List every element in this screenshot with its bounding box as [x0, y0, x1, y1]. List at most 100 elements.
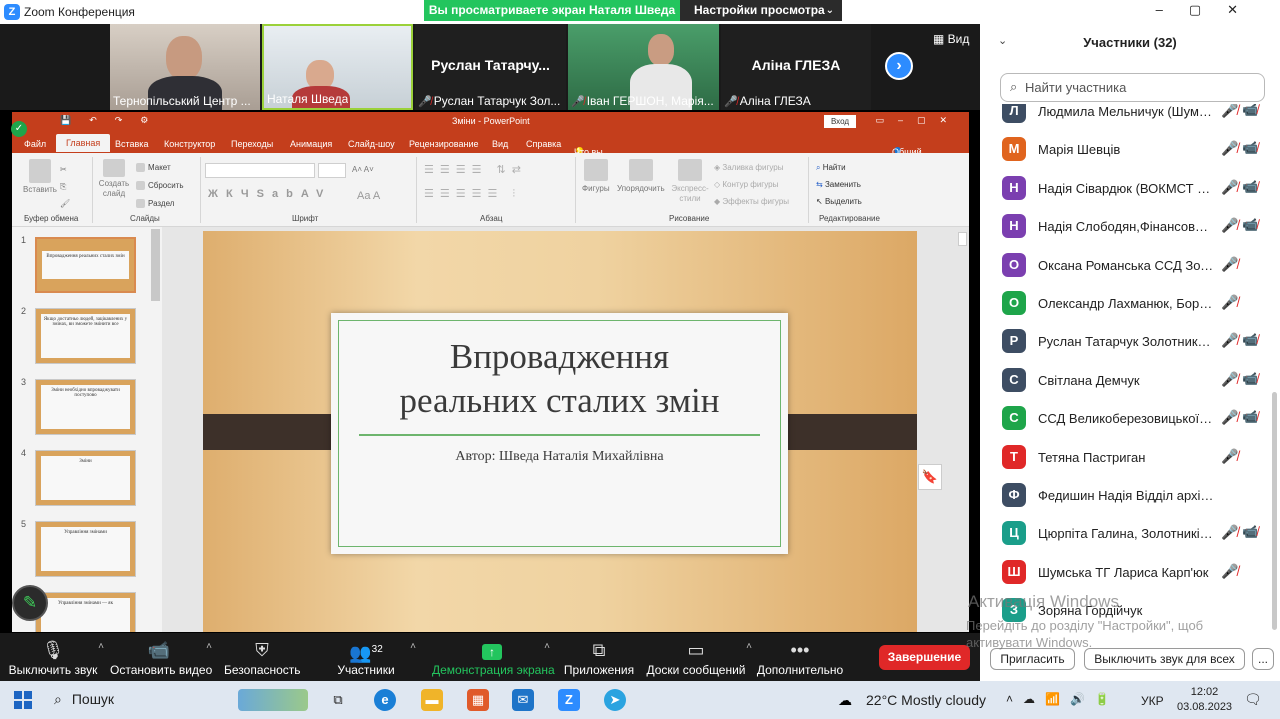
mic-off-icon: 🎤̸ [1221, 332, 1239, 349]
notifications-icon[interactable]: 🗨 [1244, 691, 1262, 708]
chevron-up-icon[interactable]: ˄ [98, 641, 104, 652]
mic-off-icon: 🎤̸ [1221, 217, 1239, 234]
edge-browser-icon[interactable]: e [374, 689, 396, 711]
zoom-app-icon[interactable]: Z [558, 689, 580, 711]
ppt-tab-slideshow: Слайд-шоу [348, 139, 395, 149]
participant-avatar: М [1002, 137, 1026, 162]
new-slide-icon [103, 159, 125, 177]
apps-button[interactable]: ⧉ Приложения [563, 633, 635, 681]
view-button[interactable]: ▦ Вид [933, 32, 969, 46]
participant-row[interactable]: С ССД Великоберезовицької се... 🎤̸ 📹̸ [980, 401, 1272, 439]
invite-button[interactable]: Пригласить [990, 648, 1075, 670]
thumb-number: 3 [21, 377, 27, 387]
thumb-text: Управління змінами [41, 527, 130, 571]
search-icon: ⌕ [54, 691, 62, 707]
participant-row[interactable]: Ц Цюрпіта Галина, Золотниківсь... 🎤̸ 📹̸ [980, 516, 1272, 554]
participants-scrollbar[interactable] [1272, 392, 1277, 630]
windows-start-button[interactable] [14, 691, 32, 709]
video-off-icon: 📹̸ [1242, 140, 1259, 156]
participant-row[interactable]: Н Надія Слободян,Фінансовий ві... 🎤̸📹̸ [980, 209, 1272, 247]
slide-scrollbar [958, 232, 967, 246]
slide-title-card: Впровадження реальних сталих змін Автор:… [331, 313, 788, 554]
ribbon-divider [808, 157, 809, 223]
telegram-icon[interactable]: ➤ [604, 689, 626, 711]
share-screen-button[interactable]: ↑ Демонстрация экрана ˄ [432, 633, 555, 681]
annotate-button[interactable]: ✎ [12, 585, 48, 621]
participant-avatar: Т [1002, 444, 1026, 469]
ppt-paste-label: Вставить [23, 185, 57, 194]
mute-all-button[interactable]: Выключить звук для всех [1084, 648, 1245, 670]
participant-row[interactable]: Ш Шумська ТГ Лариса Карп'юк 🎤̸ [980, 555, 1272, 593]
ppt-slide-options: Макет Сбросить Раздел [136, 159, 184, 213]
ppt-font-grow-icons: A˄ A˅ [352, 165, 374, 174]
participant-row[interactable]: О Олександр Лахманюк, Борсуківсь... 🎤̸ [980, 286, 1272, 324]
stop-video-button[interactable]: 📹 Остановить видео ˄ [110, 633, 213, 681]
chevron-up-icon[interactable]: ˄ [746, 641, 752, 652]
participant-name: Надія Слободян,Фінансовий ві... [1038, 219, 1214, 235]
mute-button[interactable]: 🎙 Выключить звук ˄ [6, 633, 104, 681]
taskbar-clock[interactable]: 12:02 03.08.2023 [1177, 685, 1232, 715]
participant-row[interactable]: М Марія Шевців 🎤̸ 📹̸ [980, 132, 1272, 170]
panel-more-button[interactable]: ... [1252, 648, 1274, 670]
participant-search-input[interactable]: ⌕ Найти участника [1000, 73, 1265, 102]
task-view-icon[interactable]: ⧉ [327, 689, 349, 711]
participant-row[interactable]: Н Надія Сівардюк (ВОКМСТ Зол... 🎤̸ 📹̸ [980, 171, 1272, 209]
security-button[interactable]: ⛨ Безопасность [224, 633, 301, 681]
ppt-create-slide-label: Создать слайд [98, 179, 130, 198]
ppt-tab-help: Справка [526, 139, 562, 149]
participant-row[interactable]: Л Людмила Мельничук (Шумськ) 🎤̸ 📹̸ [980, 104, 1272, 132]
whiteboards-button[interactable]: ▭ Доски сообщений ˄ [646, 633, 752, 681]
quick-access-icons: 💾↶↷⚙ [60, 115, 167, 125]
ppt-slide-thumbnails: 1 Впровадження реальних сталих змін 2 Як… [12, 227, 162, 632]
participant-row[interactable]: Т Тетяна Пастриган 🎤̸ [980, 440, 1272, 478]
video-off-icon: 📹̸ [1242, 524, 1259, 540]
weather-widget[interactable]: 22°C Mostly cloudy [866, 692, 986, 708]
participant-row[interactable]: Р Руслан Татарчук Золотники О... 🎤̸ 📹̸ [980, 324, 1272, 362]
stop-video-label: Остановить видео [110, 663, 213, 677]
video-tile[interactable]: Руслан Татарчу... 🎤̸ Руслан Татарчук Зол.… [415, 24, 566, 110]
weather-icon: ☁ [838, 692, 852, 708]
video-tile[interactable]: Аліна ГЛЕЗА 🎤̸ Аліна ГЛЕЗА [721, 24, 871, 110]
video-tile[interactable]: 🎤̸ Іван ГЕРШОН, Марія... [568, 24, 719, 110]
system-tray-icons[interactable]: ˄☁📶🔊🔋 [1006, 692, 1120, 706]
video-tile[interactable]: Тернопільський Центр ... [110, 24, 260, 110]
video-tile-name: Тернопільський Центр ... [113, 94, 251, 108]
windows-activation-title: Активація Windows [968, 592, 1119, 611]
store-icon[interactable]: ▦ [467, 689, 489, 711]
view-button-label: Вид [947, 32, 970, 46]
participant-name: Цюрпіта Галина, Золотниківсь... [1038, 526, 1214, 542]
end-meeting-button[interactable]: Завершение [879, 645, 970, 670]
ppt-slide-editor: Впровадження реальних сталих змін Автор:… [162, 227, 969, 632]
more-button[interactable]: ••• Дополнительно [756, 633, 844, 681]
input-language[interactable]: УКР [1141, 694, 1164, 708]
video-tile-active-speaker[interactable]: Наталя Шведа [262, 24, 413, 110]
participant-avatar: О [1002, 252, 1026, 277]
participant-row[interactable]: О Оксана Романська ССД Золотнікі... 🎤̸ [980, 248, 1272, 286]
ribbon-divider [200, 157, 201, 223]
thumbnails-scrollbar [151, 229, 160, 301]
ppt-editing-tools: ⌕ Найти ⇆ Заменить ↖ Выделить [816, 159, 862, 210]
next-page-button[interactable]: › [885, 52, 913, 80]
screen-share-banner: Вы просматриваете экран Наталя Шведа [424, 0, 680, 21]
participant-face [648, 34, 674, 66]
participants-button[interactable]: 👥32 Участники ˄ [334, 633, 416, 681]
clipboard-icon [29, 159, 51, 183]
mail-icon[interactable]: ✉ [512, 689, 534, 711]
taskbar-search[interactable]: ⌕ Пошук [54, 691, 114, 708]
slide-thumbnail: Управління змінами — як [35, 592, 136, 632]
participant-row[interactable]: С Світлана Демчук 🎤̸ 📹̸ [980, 363, 1272, 401]
windows-activation-line: активувати Windows. [966, 635, 1093, 650]
view-settings-menu[interactable]: Настройки просмотра ⌄ [680, 0, 842, 21]
participant-row[interactable]: Ф Федишин Надія Відділ архітектури,... [980, 478, 1272, 516]
participant-avatar: С [1002, 406, 1026, 431]
file-explorer-icon[interactable]: ▬ [421, 689, 443, 711]
ppt-window-controls: ▭–▢✕ [875, 115, 961, 125]
chevron-up-icon[interactable]: ˄ [206, 641, 212, 652]
window-controls[interactable]: –▢✕ [1156, 2, 1264, 18]
search-icon: ⌕ [1010, 79, 1018, 94]
mic-off-icon: 🎤̸ [418, 96, 432, 108]
chevron-up-icon[interactable]: ˄ [410, 641, 416, 652]
mic-off-icon: 🎤̸ [1221, 294, 1239, 310]
chevron-up-icon[interactable]: ˄ [544, 641, 550, 652]
thumb-number: 2 [21, 306, 27, 316]
